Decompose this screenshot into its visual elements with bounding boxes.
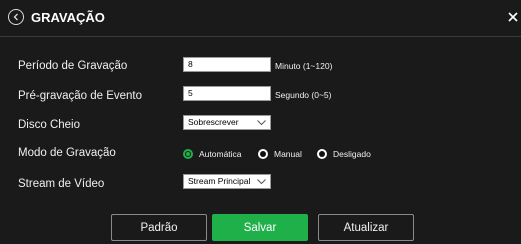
prerecord-label: Pré-gravação de Evento [18,90,143,102]
chevron-down-icon [257,120,266,126]
period-label: Período de Gravação [18,60,128,72]
prerecord-hint: Segundo (0~5) [275,90,332,100]
chevron-down-icon [257,179,266,185]
period-input[interactable]: 8 [183,57,271,72]
mode-radio-off[interactable]: Desligado [317,148,371,160]
stream-value: Stream Principal [188,176,251,186]
stream-select[interactable]: Stream Principal [183,174,271,189]
mode-option-label: Desligado [333,149,371,159]
default-button[interactable]: Padrão [111,214,207,241]
mode-option-label: Automática [199,149,242,159]
radio-icon [317,149,327,159]
dialog-title: GRAVAÇÃO [31,10,105,25]
disk-full-select[interactable]: Sobrescrever [183,115,271,130]
mode-radio-manual[interactable]: Manual [258,148,302,160]
close-icon[interactable] [507,10,519,22]
radio-icon [258,149,268,159]
mode-label: Modo de Gravação [18,147,116,159]
mode-option-label: Manual [274,149,302,159]
mode-radio-automatic[interactable]: Automática [183,148,242,160]
recording-dialog: GRAVAÇÃO Período de Gravação 8 Minuto (1… [0,0,521,244]
radio-selected-icon [183,149,193,159]
period-hint: Minuto (1~120) [275,61,333,71]
stream-label: Stream de Vídeo [18,178,105,190]
refresh-button[interactable]: Atualizar [318,214,414,241]
disk-full-label: Disco Cheio [18,119,80,131]
back-icon[interactable] [8,9,24,25]
disk-full-value: Sobrescrever [188,117,239,127]
dialog-header: GRAVAÇÃO [0,0,521,37]
save-button[interactable]: Salvar [212,214,308,241]
prerecord-input[interactable]: 5 [183,86,271,101]
